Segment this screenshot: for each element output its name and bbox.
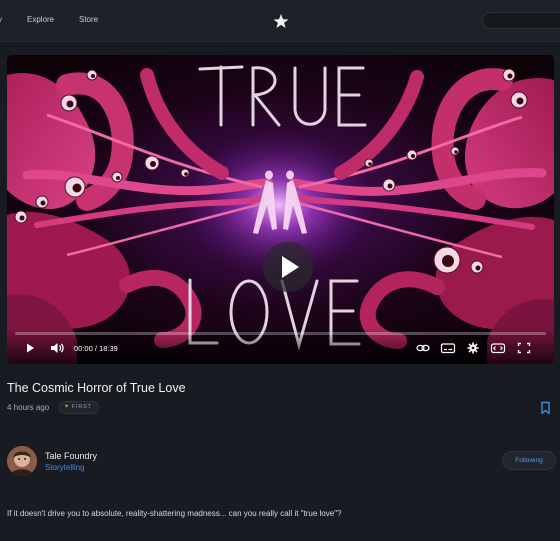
nav-link-partial[interactable]: y	[0, 15, 2, 24]
star-icon: ✦	[64, 404, 70, 410]
video-description: If it doesn't drive you to absolute, rea…	[7, 509, 342, 518]
avatar-image	[7, 446, 37, 476]
loop-icon[interactable]	[415, 341, 431, 355]
following-button[interactable]: Following	[502, 451, 556, 470]
nav-link-store[interactable]: Store	[79, 15, 98, 24]
nav-link-explore[interactable]: Explore	[27, 15, 54, 24]
search-input[interactable]	[482, 12, 560, 29]
badge-label: FIRST	[71, 404, 92, 410]
theater-mode-icon[interactable]	[490, 341, 506, 355]
fullscreen-icon[interactable]	[516, 341, 532, 355]
time-display: 00:00 / 18:39	[74, 344, 118, 353]
play-icon	[282, 256, 299, 278]
progress-bar[interactable]	[15, 332, 546, 335]
channel-category[interactable]: Storytelling	[45, 463, 85, 472]
channel-name[interactable]: Tale Foundry	[45, 451, 97, 461]
big-play-button[interactable]	[263, 242, 313, 292]
first-badge: ✦ FIRST	[59, 401, 99, 414]
captions-icon[interactable]	[440, 341, 456, 355]
play-icon[interactable]	[22, 341, 38, 355]
posted-time: 4 hours ago	[7, 403, 50, 412]
video-player[interactable]: 00:00 / 18:39	[7, 55, 554, 364]
settings-icon[interactable]	[465, 341, 481, 355]
channel-avatar[interactable]	[7, 446, 37, 476]
volume-icon[interactable]	[49, 341, 65, 355]
star-logo-icon[interactable]	[272, 12, 290, 30]
video-controls: 00:00 / 18:39	[7, 328, 554, 364]
top-navigation-bar: y Explore Store	[0, 0, 560, 42]
bookmark-icon[interactable]	[540, 401, 551, 415]
video-thumbnail-artwork	[7, 55, 554, 364]
video-title: The Cosmic Horror of True Love	[7, 381, 186, 395]
